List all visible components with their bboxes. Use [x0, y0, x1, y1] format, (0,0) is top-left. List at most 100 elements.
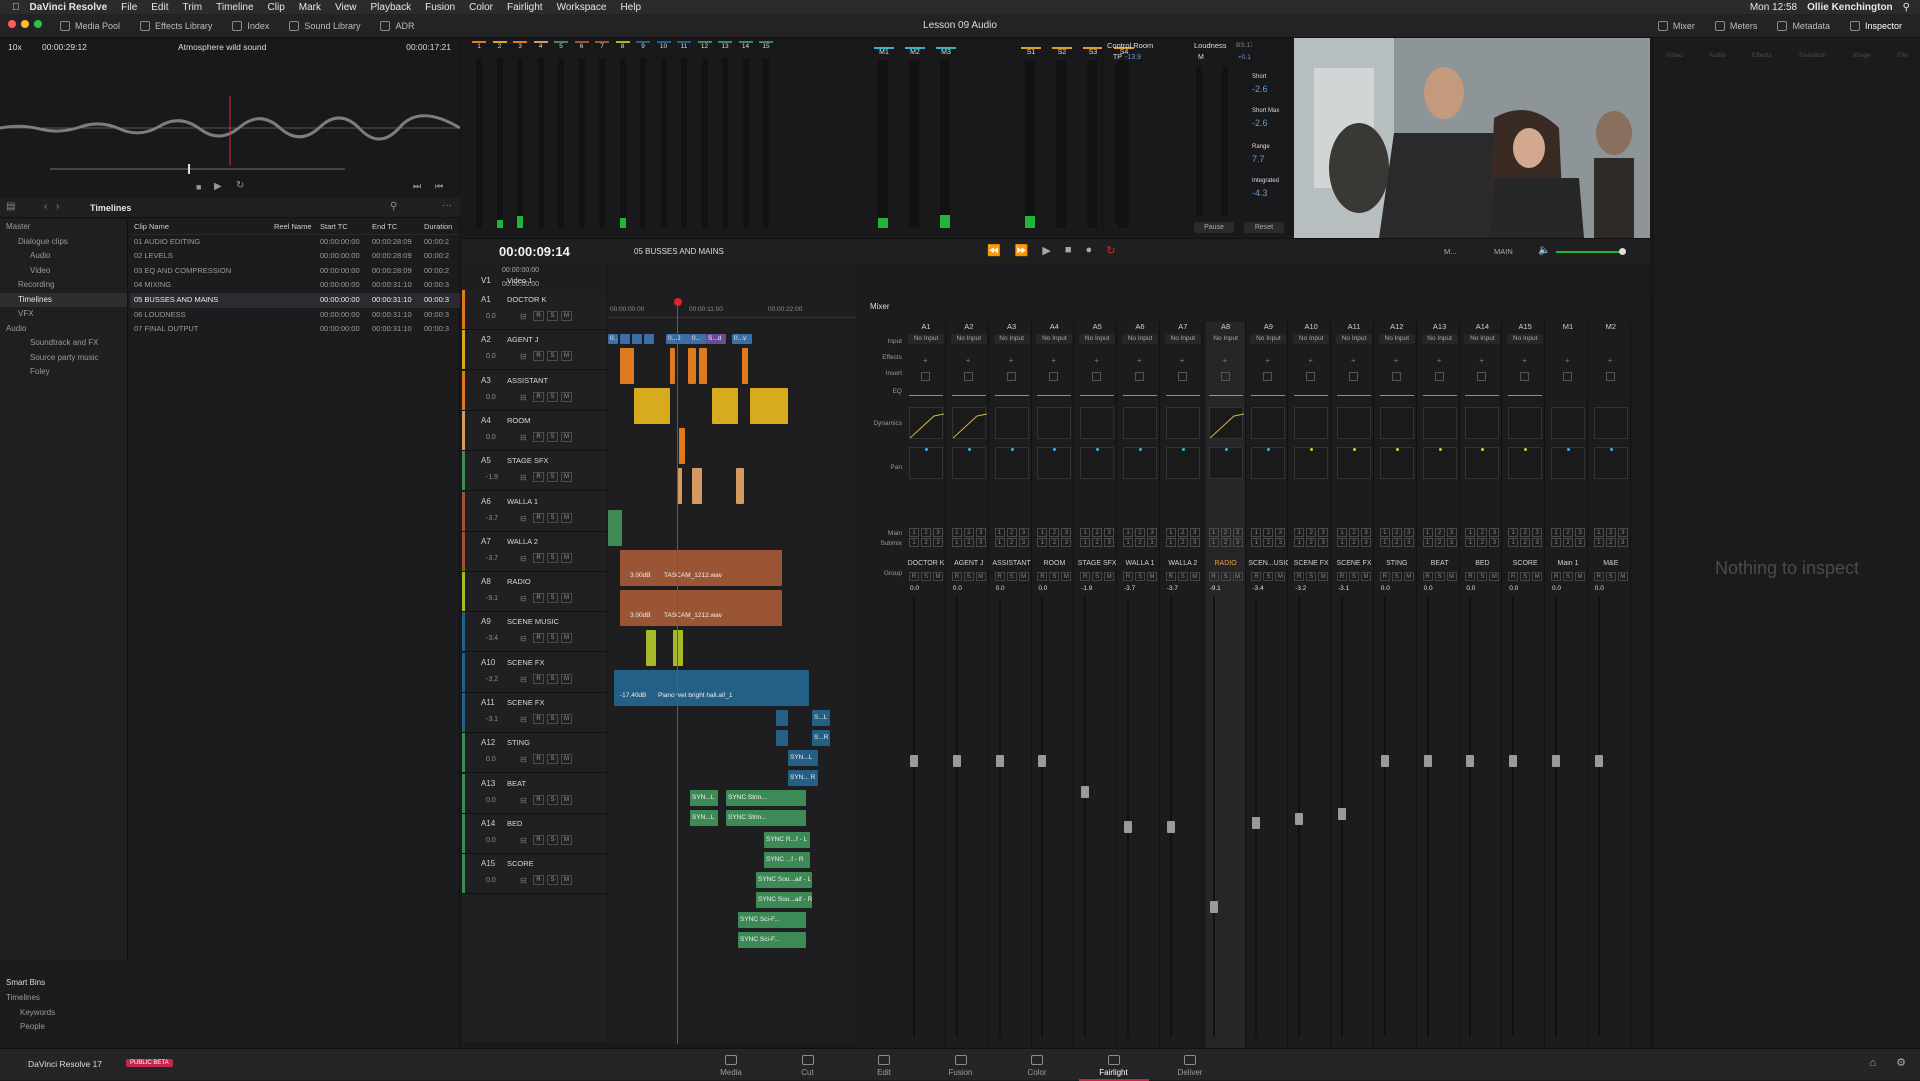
timeline-clip[interactable]: 0...v: [732, 334, 752, 344]
track-s-button[interactable]: S: [547, 512, 558, 523]
track-volume[interactable]: -3.7: [486, 515, 498, 522]
prev-icon[interactable]: ⏮: [435, 181, 443, 192]
track-header[interactable]: A10 SCENE FX -3.2 ⊟ R S M: [462, 652, 606, 693]
track-name[interactable]: SCENE FX: [507, 658, 545, 667]
main-assign-button[interactable]: 2: [1391, 528, 1402, 537]
timeline-clip[interactable]: 3.00dB TASCAM_1212.wav: [620, 590, 782, 626]
insert-toggle[interactable]: [1220, 372, 1230, 381]
track-header[interactable]: A15 SCORE 0.0 ⊟ R S M: [462, 854, 606, 895]
inspector-tab[interactable]: Effects: [1752, 52, 1772, 59]
bin-item[interactable]: Source party music: [0, 351, 127, 366]
timeline-clip[interactable]: 0...: [690, 334, 706, 344]
submix-assign-button[interactable]: 1: [1379, 538, 1390, 547]
inspector-tab[interactable]: File: [1897, 52, 1907, 59]
track-name[interactable]: STAGE SFX: [507, 456, 549, 465]
main-assign-button[interactable]: 2: [1306, 528, 1317, 537]
channel-m-button[interactable]: M: [1018, 572, 1029, 581]
forward-icon[interactable]: ›: [56, 201, 59, 212]
track-name[interactable]: WALLA 1: [507, 497, 538, 506]
monitor-select[interactable]: M...: [1444, 247, 1457, 256]
main-assign-button[interactable]: 2: [1477, 528, 1488, 537]
eq-curve[interactable]: [1208, 386, 1243, 396]
insert-toggle[interactable]: [921, 372, 930, 381]
submix-assign-button[interactable]: 3: [1018, 538, 1029, 547]
track-volume[interactable]: 0.0: [486, 756, 496, 763]
timeline-clip[interactable]: [634, 388, 670, 424]
main-assign-button[interactable]: 3: [1104, 528, 1115, 537]
page-fusion[interactable]: Fusion: [926, 1049, 996, 1081]
track-volume[interactable]: -3.1: [486, 716, 498, 723]
dynamics-graph[interactable]: [1593, 407, 1628, 439]
main-assign-button[interactable]: 1: [1337, 528, 1347, 537]
dynamics-graph[interactable]: [1208, 407, 1244, 439]
insert-toggle[interactable]: [1520, 372, 1530, 381]
pan-control[interactable]: [1337, 447, 1371, 479]
insert-toggle[interactable]: [1006, 372, 1016, 381]
main-assign-button[interactable]: 1: [1379, 528, 1390, 537]
stop-icon[interactable]: ■: [1065, 244, 1072, 257]
channel-s-button[interactable]: S: [1391, 572, 1402, 581]
track-header[interactable]: A13 BEAT 0.0 ⊟ R S M: [462, 773, 606, 814]
main-assign-button[interactable]: 2: [1092, 528, 1103, 537]
channel-fader[interactable]: [1124, 821, 1132, 834]
window-controls[interactable]: [0, 20, 50, 31]
pan-control[interactable]: [1294, 447, 1329, 479]
menu-trim[interactable]: Trim: [183, 2, 203, 13]
track-r-button[interactable]: R: [533, 754, 544, 765]
channel-m-button[interactable]: M: [1489, 572, 1500, 581]
submix-assign-button[interactable]: 2: [963, 538, 974, 547]
submix-assign-button[interactable]: 3: [1532, 538, 1543, 547]
timeline-clip[interactable]: S...R: [812, 730, 830, 746]
channel-r-button[interactable]: R: [1379, 572, 1390, 581]
track-name[interactable]: DOCTOR K: [507, 295, 546, 304]
timeline-clip[interactable]: -17.40dB Piano wet bright hall.aif_1: [614, 670, 809, 706]
timeline-ruler[interactable]: 00:00:00:00 00:00:11:00 00:00:22:00: [608, 304, 856, 318]
track-r-button[interactable]: R: [533, 794, 544, 805]
timeline-clip[interactable]: S...d: [706, 334, 726, 344]
channel-r-button[interactable]: R: [1593, 572, 1604, 581]
channel-input[interactable]: No Input: [908, 334, 944, 344]
track-r-button[interactable]: R: [533, 593, 544, 604]
channel-s-button[interactable]: S: [1349, 572, 1359, 581]
main-assign-button[interactable]: 2: [1520, 528, 1531, 537]
dynamics-graph[interactable]: [1294, 407, 1329, 439]
channel-m-button[interactable]: M: [1403, 572, 1414, 581]
track-header[interactable]: A14 BED 0.0 ⊟ R S M: [462, 813, 606, 854]
channel-s-button[interactable]: S: [1220, 572, 1231, 581]
menu-mark[interactable]: Mark: [299, 2, 321, 13]
main-assign-button[interactable]: 3: [1061, 528, 1072, 537]
main-assign-button[interactable]: 2: [963, 528, 974, 537]
track-name[interactable]: RADIO: [507, 577, 531, 586]
add-effect-icon[interactable]: +: [1308, 356, 1313, 365]
channel-m-button[interactable]: M: [1189, 572, 1200, 581]
track-s-button[interactable]: S: [547, 794, 558, 805]
smart-bin-item[interactable]: People: [0, 1020, 128, 1035]
timeline-clip[interactable]: [692, 468, 702, 504]
track-m-button[interactable]: M: [561, 311, 572, 321]
main-assign-button[interactable]: 1: [1165, 528, 1176, 537]
inspector-tab[interactable]: Video: [1666, 52, 1683, 59]
submix-assign-button[interactable]: 3: [975, 538, 986, 547]
channel-name[interactable]: STAGE SFX: [1077, 560, 1117, 567]
timeline-clip[interactable]: [776, 710, 788, 726]
insert-toggle[interactable]: [1477, 372, 1487, 381]
bin-item[interactable]: Dialogue clips: [0, 235, 127, 250]
lock-icon[interactable]: ⊟: [520, 554, 527, 563]
track-header[interactable]: A6 WALLA 1 -3.7 ⊟ R S M: [462, 491, 606, 532]
track-volume[interactable]: 0.0: [486, 394, 496, 401]
submix-assign-button[interactable]: 2: [921, 538, 931, 547]
track-name[interactable]: ROOM: [507, 416, 530, 425]
channel-r-button[interactable]: R: [1037, 572, 1048, 581]
main-assign-button[interactable]: 3: [1489, 528, 1500, 537]
timeline-clip[interactable]: SYNC Sou...aif - L: [756, 872, 812, 888]
clip-row[interactable]: 05 BUSSES AND MAINS 00:00:00:00 00:00:31:1…: [130, 292, 460, 308]
submix-assign-button[interactable]: 3: [1489, 538, 1500, 547]
track-m-button[interactable]: M: [561, 593, 572, 604]
timeline-clip[interactable]: SYN...L: [690, 810, 718, 826]
channel-m-button[interactable]: M: [1104, 572, 1115, 581]
track-s-button[interactable]: S: [547, 391, 558, 402]
main-assign-button[interactable]: 3: [1617, 528, 1628, 537]
main-assign-button[interactable]: 3: [1318, 528, 1329, 537]
bin-item[interactable]: Video: [0, 264, 127, 279]
reset-button[interactable]: Reset: [1244, 222, 1284, 233]
